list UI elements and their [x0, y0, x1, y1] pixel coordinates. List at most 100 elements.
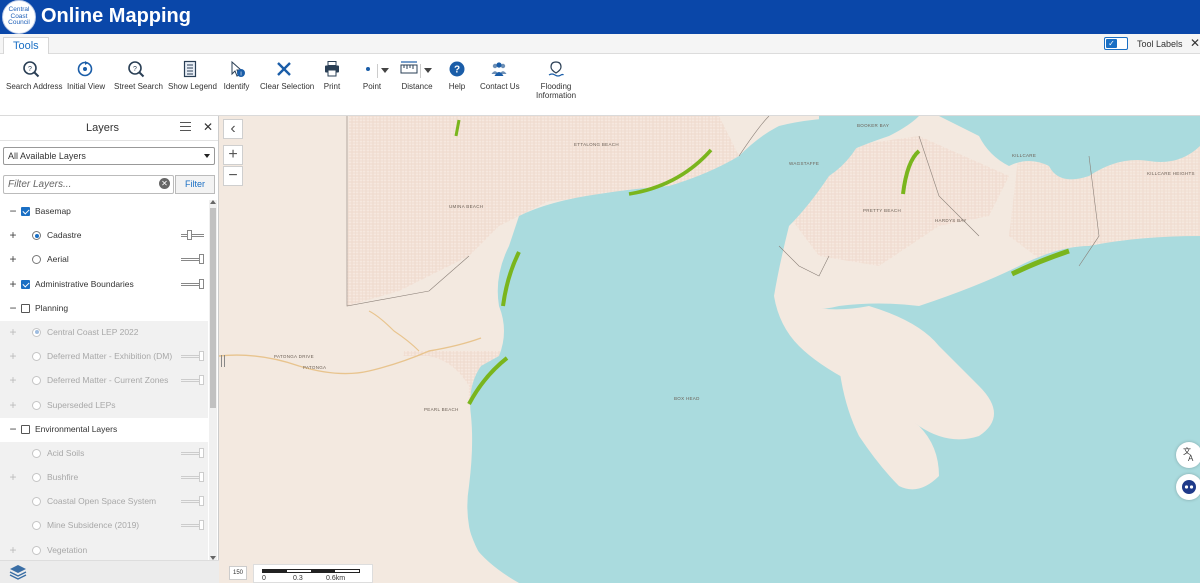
layer-row-basemap[interactable]: − Basemap	[0, 200, 208, 225]
layer-checkbox[interactable]	[21, 424, 30, 434]
panel-menu-icon[interactable]	[180, 122, 191, 134]
opacity-slider[interactable]	[181, 447, 204, 458]
layer-checkbox[interactable]	[21, 279, 30, 289]
layer-row-vegetation[interactable]: + Vegetation	[0, 538, 208, 560]
expand-icon[interactable]: +	[8, 399, 18, 411]
expand-icon[interactable]: +	[8, 374, 18, 386]
point-button[interactable]: Point	[360, 60, 384, 91]
slider-handle[interactable]	[199, 278, 204, 289]
layers-icon[interactable]	[9, 564, 27, 580]
distance-button[interactable]: Distance	[400, 60, 434, 91]
layer-set-select[interactable]: All Available Layers	[3, 147, 215, 165]
layer-radio[interactable]	[32, 497, 41, 507]
layer-row-bushfire[interactable]: + Bushfire	[0, 466, 208, 491]
initial-view-button[interactable]: Initial View	[67, 60, 105, 91]
point-label: Point	[362, 82, 382, 91]
layer-row-superseded-leps[interactable]: + Superseded LEPs	[0, 393, 208, 418]
opacity-slider[interactable]	[181, 520, 204, 531]
opacity-slider[interactable]	[181, 351, 204, 362]
slider-handle[interactable]	[199, 254, 204, 265]
layer-row-coastal-open-space[interactable]: Coastal Open Space System	[0, 490, 208, 515]
assistant-button[interactable]	[1176, 474, 1200, 500]
layer-row-aerial[interactable]: + Aerial	[0, 248, 208, 273]
expand-icon[interactable]: +	[8, 253, 18, 265]
opacity-slider[interactable]	[181, 472, 204, 483]
layer-radio[interactable]	[32, 545, 41, 555]
slider-handle[interactable]	[199, 496, 204, 507]
scroll-up-icon[interactable]	[210, 200, 216, 204]
street-search-button[interactable]: ? Street Search	[114, 60, 163, 91]
place-label: PRETTY BEACH	[863, 208, 902, 213]
layer-radio[interactable]	[32, 327, 41, 337]
filter-layers-input[interactable]: Filter Layers...	[3, 175, 174, 194]
contact-us-button[interactable]: Contact Us	[480, 60, 520, 91]
expand-icon[interactable]: +	[8, 471, 18, 483]
translate-button[interactable]: 文A	[1176, 442, 1200, 468]
slider-handle[interactable]	[187, 230, 192, 241]
show-legend-button[interactable]: Show Legend	[168, 60, 217, 91]
opacity-slider[interactable]	[181, 496, 204, 507]
layer-radio[interactable]	[32, 231, 41, 241]
clear-filter-icon[interactable]: ✕	[159, 178, 170, 189]
expand-icon[interactable]: +	[8, 229, 18, 241]
layer-radio[interactable]	[32, 376, 41, 386]
print-button[interactable]: Print	[322, 60, 342, 91]
layer-radio[interactable]	[32, 448, 41, 458]
collapse-icon[interactable]: −	[8, 423, 18, 435]
layer-radio[interactable]	[32, 521, 41, 531]
layer-checkbox[interactable]	[21, 207, 30, 216]
council-logo[interactable]: Central Coast Council	[2, 0, 36, 34]
slider-handle[interactable]	[199, 375, 204, 386]
collapse-icon[interactable]: −	[8, 205, 18, 217]
map-canvas[interactable]: BOOKER BAY KILLCARE WAGSTAFFE PRETTY BEA…	[219, 116, 1200, 583]
initial-view-icon	[77, 61, 93, 77]
collapse-panel-button[interactable]: ‹	[223, 119, 243, 139]
tab-tools[interactable]: Tools	[3, 37, 49, 55]
layer-row-environmental-layers[interactable]: − Environmental Layers	[0, 417, 208, 442]
close-icon[interactable]: ✕	[1190, 36, 1200, 50]
opacity-slider[interactable]	[181, 230, 204, 241]
help-button[interactable]: ? Help	[448, 60, 466, 91]
zoom-in-button[interactable]: +	[223, 145, 243, 165]
layer-checkbox[interactable]	[21, 303, 30, 313]
expand-icon[interactable]: +	[8, 278, 18, 290]
layer-radio[interactable]	[32, 473, 41, 483]
slider-handle[interactable]	[199, 520, 204, 531]
layer-list-scrollbar[interactable]	[209, 200, 217, 560]
slider-handle[interactable]	[199, 351, 204, 362]
slider-handle[interactable]	[199, 447, 204, 458]
expand-icon[interactable]: +	[8, 350, 18, 362]
search-address-button[interactable]: ? Search Address	[6, 60, 62, 91]
opacity-slider[interactable]	[181, 375, 204, 386]
scale-icon[interactable]: 150	[229, 566, 247, 580]
layer-row-central-coast-lep-2022[interactable]: + Central Coast LEP 2022	[0, 320, 208, 346]
panel-resize-handle[interactable]	[221, 355, 225, 367]
opacity-slider[interactable]	[181, 254, 204, 265]
expand-icon[interactable]: +	[8, 326, 18, 338]
layer-row-mine-subsidence[interactable]: Mine Subsidence (2019)	[0, 514, 208, 539]
opacity-slider[interactable]	[181, 278, 204, 289]
flooding-information-button[interactable]: Flooding Information	[536, 60, 576, 100]
clear-selection-label: Clear Selection	[260, 82, 315, 91]
distance-dropdown-icon[interactable]	[424, 68, 432, 73]
layer-row-acid-soils[interactable]: Acid Soils	[0, 441, 208, 467]
expand-icon[interactable]: +	[8, 544, 18, 556]
clear-selection-button[interactable]: Clear Selection	[260, 60, 315, 91]
layer-row-planning[interactable]: − Planning	[0, 296, 208, 321]
filter-button[interactable]: Filter	[175, 175, 215, 194]
layer-row-deferred-matter-current[interactable]: + Deferred Matter - Current Zones	[0, 369, 208, 394]
point-dropdown-icon[interactable]	[381, 68, 389, 73]
layer-radio[interactable]	[32, 255, 41, 265]
tool-labels-toggle[interactable]: ✓	[1104, 37, 1128, 50]
panel-close-icon[interactable]: ✕	[203, 120, 213, 134]
layer-row-administrative-boundaries[interactable]: + Administrative Boundaries	[0, 272, 208, 297]
identify-button[interactable]: i Identify	[223, 60, 250, 91]
slider-handle[interactable]	[199, 472, 204, 483]
collapse-icon[interactable]: −	[8, 302, 18, 314]
zoom-out-button[interactable]: −	[223, 166, 243, 186]
scroll-thumb[interactable]	[210, 208, 216, 408]
layer-radio[interactable]	[32, 352, 41, 362]
layer-row-deferred-matter-exhibition[interactable]: + Deferred Matter - Exhibition (DM)	[0, 345, 208, 370]
layer-radio[interactable]	[32, 400, 41, 410]
layer-row-cadastre[interactable]: + Cadastre	[0, 224, 208, 249]
